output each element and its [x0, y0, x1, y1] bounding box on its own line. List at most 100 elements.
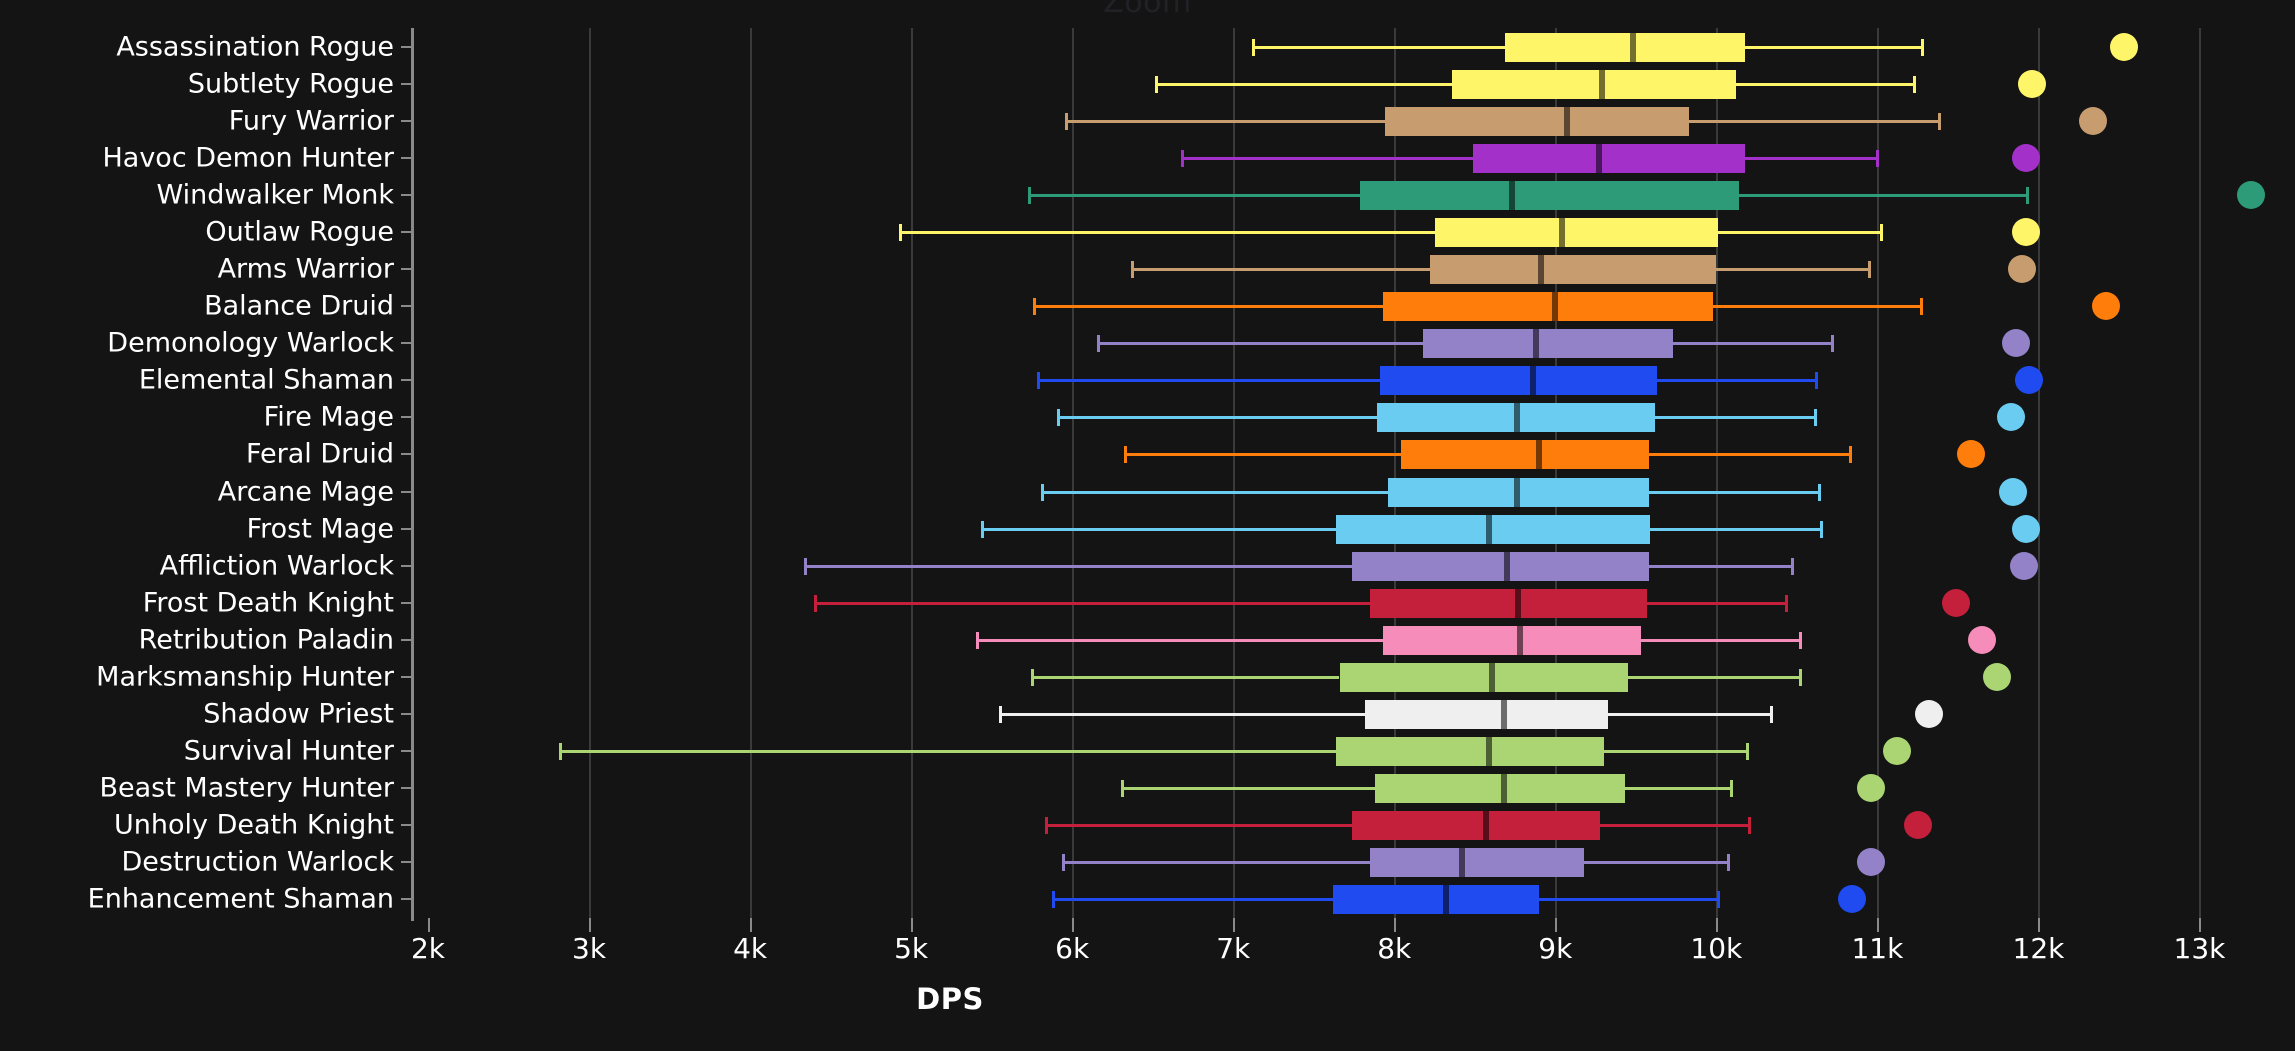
outlier-point[interactable]: [1998, 477, 2027, 506]
y-axis-label-frost-mage: Frost Mage: [246, 513, 394, 545]
box-iqr[interactable]: [1452, 69, 1736, 99]
median-line: [1500, 774, 1507, 804]
outlier-point[interactable]: [2011, 143, 2040, 172]
boxplot-row[interactable]: [428, 511, 2280, 547]
y-axis-label-windwalker-monk: Windwalker Monk: [156, 179, 394, 211]
outlier-point[interactable]: [2008, 255, 2037, 284]
outlier-point[interactable]: [2011, 514, 2040, 543]
box-iqr[interactable]: [1336, 514, 1651, 544]
outlier-point[interactable]: [1997, 403, 2026, 432]
box-iqr[interactable]: [1384, 106, 1689, 136]
y-axis-tick: [401, 193, 412, 196]
y-axis-tick: [401, 45, 412, 48]
box-iqr[interactable]: [1352, 551, 1649, 581]
boxplot-row[interactable]: [428, 103, 2280, 139]
whisker-left: [1041, 490, 1388, 494]
box-iqr[interactable]: [1429, 255, 1717, 285]
cap-min: [1096, 335, 1100, 353]
boxplot-row[interactable]: [428, 214, 2280, 250]
median-line: [1516, 625, 1523, 655]
cap-min: [803, 557, 807, 575]
outlier-point[interactable]: [1942, 588, 1971, 617]
cap-max: [1849, 446, 1852, 464]
whisker-left: [999, 713, 1366, 717]
boxplot-chart: Zoom Assassination Rogue Subtlety Rogue Fu…: [0, 0, 2295, 1051]
outlier-point[interactable]: [1914, 700, 1943, 729]
box-iqr[interactable]: [1473, 143, 1746, 173]
boxplot-row[interactable]: [428, 29, 2280, 65]
boxplot-row[interactable]: [428, 436, 2280, 472]
median-line: [1513, 477, 1520, 507]
whisker-left: [560, 750, 1337, 754]
x-axis-tick-label: 13k: [2173, 932, 2226, 965]
boxplot-row[interactable]: [428, 548, 2280, 584]
box-iqr[interactable]: [1382, 292, 1714, 322]
outlier-point[interactable]: [2001, 329, 2030, 358]
boxplot-row[interactable]: [428, 585, 2280, 621]
outlier-point[interactable]: [1837, 885, 1866, 914]
outlier-point[interactable]: [2079, 106, 2108, 135]
boxplot-row[interactable]: [428, 251, 2280, 287]
outlier-point[interactable]: [1968, 625, 1997, 654]
boxplot-row[interactable]: [428, 288, 2280, 324]
outlier-point[interactable]: [1956, 440, 1985, 469]
whisker-left: [981, 527, 1337, 531]
box-iqr[interactable]: [1336, 737, 1604, 767]
boxplot-row[interactable]: [428, 622, 2280, 658]
y-axis-tick: [401, 861, 412, 864]
whisker-left: [1028, 193, 1361, 197]
whisker-left: [1031, 675, 1340, 679]
box-iqr[interactable]: [1374, 774, 1625, 804]
boxplot-row[interactable]: [428, 770, 2280, 806]
outlier-point[interactable]: [2237, 180, 2265, 209]
outlier-point[interactable]: [1903, 811, 1932, 840]
boxplot-row[interactable]: [428, 733, 2280, 769]
cap-max: [1726, 854, 1730, 872]
y-axis-label-subtlety-rogue: Subtlety Rogue: [187, 68, 394, 100]
whisker-left: [1038, 379, 1380, 383]
y-axis-tick: [401, 342, 412, 345]
boxplot-row[interactable]: [428, 140, 2280, 176]
outlier-point[interactable]: [2092, 292, 2121, 321]
median-line: [1458, 848, 1465, 878]
outlier-point[interactable]: [1856, 774, 1885, 803]
boxplot-row[interactable]: [428, 177, 2280, 213]
box-iqr[interactable]: [1360, 180, 1739, 210]
box-iqr[interactable]: [1382, 625, 1641, 655]
box-iqr[interactable]: [1505, 32, 1746, 62]
box-iqr[interactable]: [1333, 885, 1540, 915]
outlier-point[interactable]: [1882, 737, 1911, 766]
outlier-point[interactable]: [2011, 217, 2040, 246]
cap-min: [1051, 891, 1055, 909]
boxplot-row[interactable]: [428, 362, 2280, 398]
outlier-point[interactable]: [1856, 848, 1885, 877]
box-iqr[interactable]: [1339, 662, 1628, 692]
outlier-point[interactable]: [2014, 366, 2043, 395]
box-iqr[interactable]: [1434, 217, 1718, 247]
x-axis-tick-label: 11k: [1851, 932, 1904, 965]
y-axis-tick: [401, 305, 412, 308]
y-axis-labels: Assassination Rogue Subtlety Rogue Fury Wa…: [0, 28, 412, 918]
box-iqr[interactable]: [1370, 588, 1648, 618]
boxplot-row[interactable]: [428, 696, 2280, 732]
cap-min: [1030, 668, 1034, 686]
whisker-left: [1125, 453, 1401, 457]
y-axis-label-beast-mastery-hunter: Beast Mastery Hunter: [99, 772, 394, 804]
box-iqr[interactable]: [1423, 329, 1673, 359]
boxplot-row[interactable]: [428, 66, 2280, 102]
box-iqr[interactable]: [1365, 700, 1609, 730]
outlier-point[interactable]: [2009, 551, 2038, 580]
y-axis-label-feral-druid: Feral Druid: [245, 438, 394, 470]
cap-min: [1121, 780, 1125, 798]
boxplot-row[interactable]: [428, 881, 2280, 917]
outlier-point[interactable]: [2017, 69, 2046, 98]
box-iqr[interactable]: [1400, 440, 1649, 470]
box-iqr[interactable]: [1370, 848, 1585, 878]
outlier-point[interactable]: [1982, 662, 2011, 691]
whisker-right: [1648, 453, 1850, 457]
box-iqr[interactable]: [1352, 811, 1601, 841]
boxplot-row[interactable]: [428, 844, 2280, 880]
box-iqr[interactable]: [1379, 366, 1657, 396]
boxplot-row[interactable]: [428, 807, 2280, 843]
outlier-point[interactable]: [2109, 32, 2138, 61]
